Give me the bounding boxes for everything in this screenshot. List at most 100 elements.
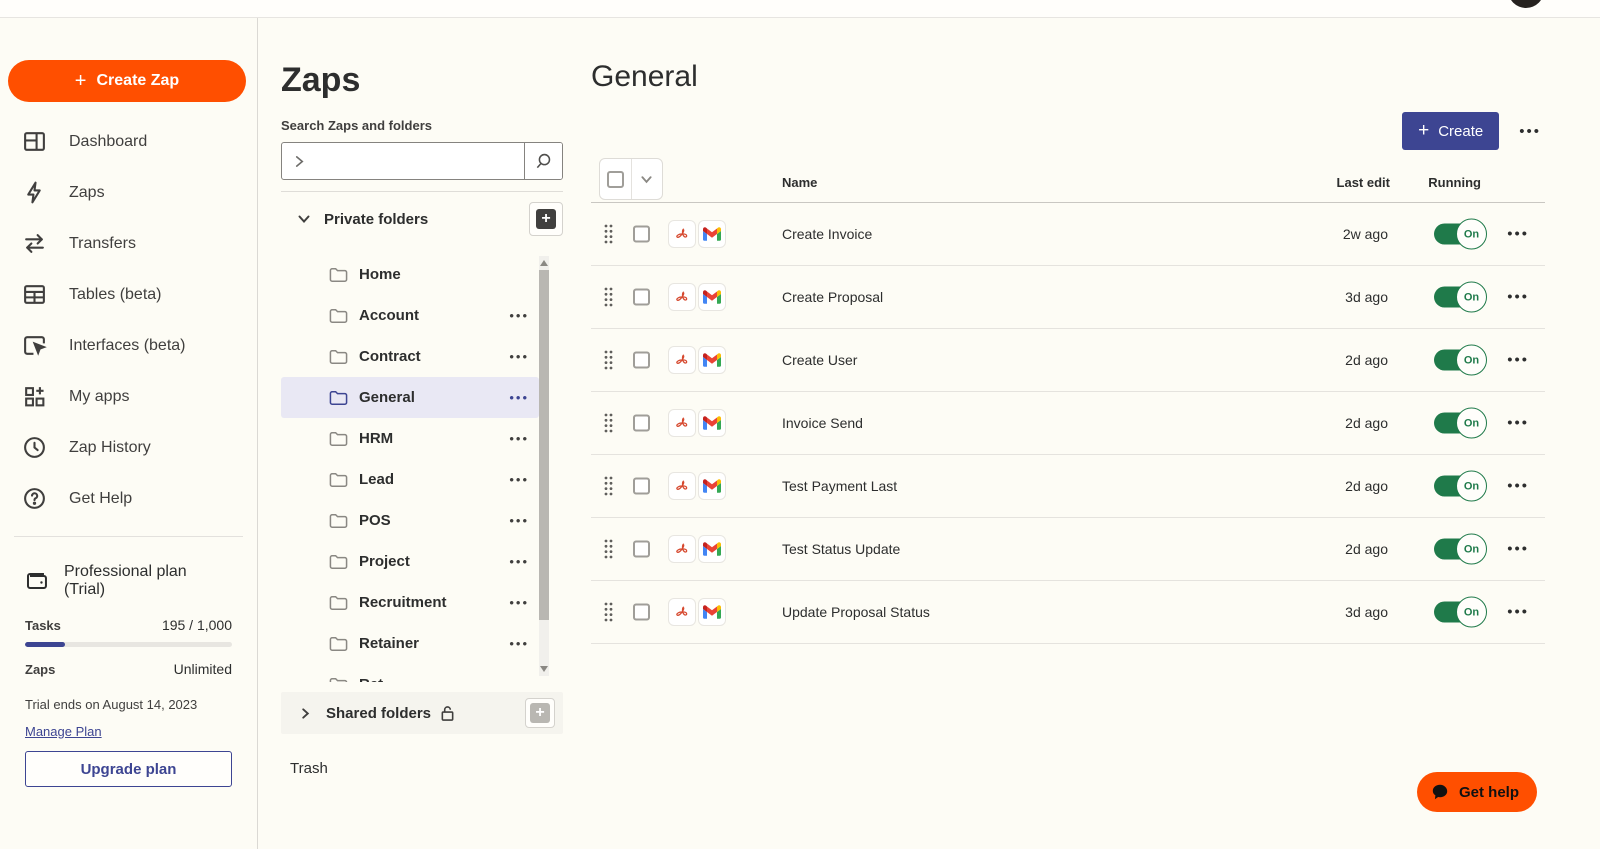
folder-menu-button[interactable]: ••• bbox=[509, 349, 529, 364]
drag-handle-icon[interactable] bbox=[603, 286, 614, 308]
zap-menu-button[interactable]: ••• bbox=[1503, 348, 1533, 373]
zap-menu-button[interactable]: ••• bbox=[1503, 411, 1533, 436]
zap-on-toggle[interactable]: On bbox=[1434, 350, 1481, 371]
folder-label: POS bbox=[359, 512, 391, 529]
folder-item-contract[interactable]: Contract ••• bbox=[281, 336, 539, 377]
folder-menu-button[interactable]: ••• bbox=[509, 472, 529, 487]
zap-menu-button[interactable]: ••• bbox=[1503, 222, 1533, 247]
drag-handle-icon[interactable] bbox=[603, 538, 614, 560]
drag-handle-icon[interactable] bbox=[603, 601, 614, 623]
upgrade-plan-button[interactable]: Upgrade plan bbox=[25, 751, 232, 787]
zap-on-toggle[interactable]: On bbox=[1434, 476, 1481, 497]
drag-handle-icon[interactable] bbox=[603, 475, 614, 497]
folder-item-retainer[interactable]: Retainer ••• bbox=[281, 623, 539, 664]
select-all-combo[interactable] bbox=[599, 158, 663, 200]
manage-plan-link[interactable]: Manage Plan bbox=[25, 724, 102, 739]
zap-last-edit: 2d ago bbox=[1345, 352, 1388, 368]
app-icons bbox=[668, 346, 726, 374]
sidebar-item-dashboard[interactable]: Dashboard bbox=[8, 116, 249, 167]
search-button[interactable] bbox=[524, 143, 562, 179]
sidebar-item-zap-history[interactable]: Zap History bbox=[8, 422, 249, 473]
zap-menu-button[interactable]: ••• bbox=[1503, 474, 1533, 499]
folder-item-clipped[interactable]: Ret bbox=[281, 664, 539, 682]
app-icons bbox=[668, 598, 726, 626]
drag-handle-icon[interactable] bbox=[603, 412, 614, 434]
search-input[interactable] bbox=[316, 143, 524, 179]
row-checkbox[interactable] bbox=[633, 226, 650, 243]
folder-item-general[interactable]: General ••• bbox=[281, 377, 539, 418]
chevron-down-icon bbox=[640, 173, 653, 186]
scrollbar-thumb[interactable] bbox=[539, 270, 549, 620]
trash-link[interactable]: Trash bbox=[281, 760, 563, 777]
shared-folders-header[interactable]: Shared folders + bbox=[281, 692, 563, 734]
sidebar-item-interfaces[interactable]: Interfaces (beta) bbox=[8, 320, 249, 371]
folder-item-account[interactable]: Account ••• bbox=[281, 295, 539, 336]
folder-menu-button[interactable]: ••• bbox=[509, 554, 529, 569]
scroll-up-arrow[interactable] bbox=[540, 260, 548, 266]
row-checkbox[interactable] bbox=[633, 478, 650, 495]
zap-on-toggle[interactable]: On bbox=[1434, 287, 1481, 308]
trial-note: Trial ends on August 14, 2023 bbox=[25, 697, 232, 712]
row-checkbox[interactable] bbox=[633, 541, 650, 558]
zap-on-toggle[interactable]: On bbox=[1434, 413, 1481, 434]
sidebar-item-transfers[interactable]: Transfers bbox=[8, 218, 249, 269]
zap-on-toggle[interactable]: On bbox=[1434, 224, 1481, 245]
nav-label: Zaps bbox=[69, 184, 105, 202]
create-button[interactable]: + Create bbox=[1402, 112, 1499, 150]
select-all-checkbox[interactable] bbox=[607, 171, 624, 188]
zap-row: Test Status Update 2d ago On ••• bbox=[591, 518, 1545, 581]
folder-options-button[interactable]: ••• bbox=[1515, 119, 1545, 144]
drag-handle-icon[interactable] bbox=[603, 223, 614, 245]
row-checkbox[interactable] bbox=[633, 352, 650, 369]
zap-name[interactable]: Invoice Send bbox=[782, 415, 863, 431]
zap-on-toggle[interactable]: On bbox=[1434, 602, 1481, 623]
panel-divider bbox=[281, 191, 563, 192]
sidebar-item-get-help[interactable]: Get Help bbox=[8, 473, 249, 524]
add-shared-folder-button[interactable]: + bbox=[525, 698, 555, 728]
folder-item-hrm[interactable]: HRM ••• bbox=[281, 418, 539, 459]
tables-icon bbox=[22, 282, 47, 307]
folder-list-scrollbar[interactable] bbox=[539, 256, 549, 676]
zap-menu-button[interactable]: ••• bbox=[1503, 537, 1533, 562]
folder-item-lead[interactable]: Lead ••• bbox=[281, 459, 539, 500]
zap-name[interactable]: Create Proposal bbox=[782, 289, 883, 305]
search-icon bbox=[534, 152, 553, 171]
user-avatar[interactable] bbox=[1508, 0, 1544, 8]
get-help-button[interactable]: Get help bbox=[1417, 772, 1537, 812]
toolbar: + Create ••• bbox=[591, 112, 1545, 150]
zap-name[interactable]: Update Proposal Status bbox=[782, 604, 930, 620]
folder-menu-button[interactable]: ••• bbox=[509, 636, 529, 651]
zap-name[interactable]: Test Status Update bbox=[782, 541, 900, 557]
row-checkbox[interactable] bbox=[633, 289, 650, 306]
drag-handle-icon[interactable] bbox=[603, 349, 614, 371]
folder-item-pos[interactable]: POS ••• bbox=[281, 500, 539, 541]
help-icon bbox=[22, 486, 47, 511]
folder-menu-button[interactable]: ••• bbox=[509, 513, 529, 528]
zap-name[interactable]: Test Payment Last bbox=[782, 478, 897, 494]
dashboard-icon bbox=[22, 129, 47, 154]
folder-menu-button[interactable]: ••• bbox=[509, 431, 529, 446]
scroll-down-arrow[interactable] bbox=[540, 666, 548, 672]
row-checkbox[interactable] bbox=[633, 604, 650, 621]
tasks-label: Tasks bbox=[25, 618, 61, 633]
row-checkbox[interactable] bbox=[633, 415, 650, 432]
zap-on-toggle[interactable]: On bbox=[1434, 539, 1481, 560]
sidebar-item-my-apps[interactable]: My apps bbox=[8, 371, 249, 422]
folder-item-home[interactable]: Home bbox=[281, 254, 539, 295]
folder-menu-button[interactable]: ••• bbox=[509, 390, 529, 405]
sidebar-item-zaps[interactable]: Zaps bbox=[8, 167, 249, 218]
folder-menu-button[interactable]: ••• bbox=[509, 308, 529, 323]
acrobat-app-icon bbox=[668, 346, 696, 374]
sidebar-item-tables[interactable]: Tables (beta) bbox=[8, 269, 249, 320]
folder-menu-button[interactable]: ••• bbox=[509, 595, 529, 610]
zap-menu-button[interactable]: ••• bbox=[1503, 285, 1533, 310]
add-private-folder-button[interactable]: + bbox=[529, 202, 563, 236]
folder-item-project[interactable]: Project ••• bbox=[281, 541, 539, 582]
zap-menu-button[interactable]: ••• bbox=[1503, 600, 1533, 625]
zap-name[interactable]: Create User bbox=[782, 352, 857, 368]
zap-name[interactable]: Create Invoice bbox=[782, 226, 872, 242]
create-zap-button[interactable]: + Create Zap bbox=[8, 60, 246, 102]
folder-item-recruitment[interactable]: Recruitment ••• bbox=[281, 582, 539, 623]
gmail-app-icon bbox=[698, 598, 726, 626]
private-folders-header[interactable]: Private folders + bbox=[281, 196, 563, 242]
